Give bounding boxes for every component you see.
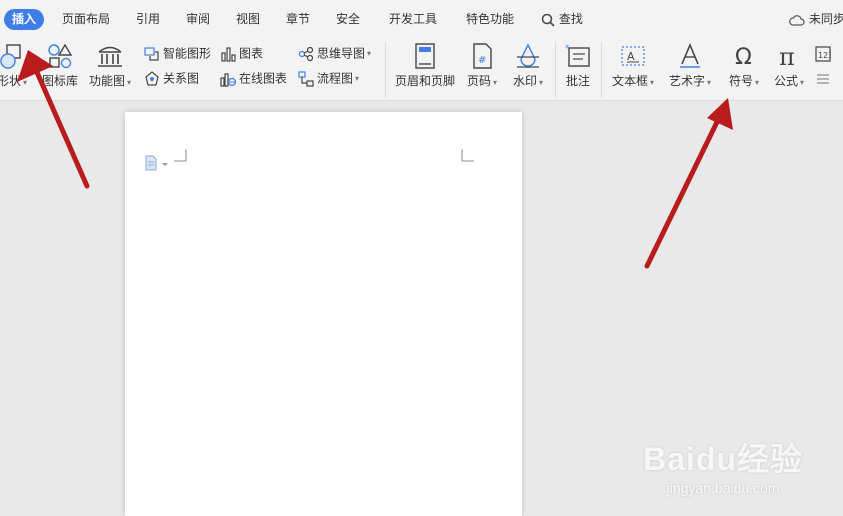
icon-library-icon — [48, 43, 73, 69]
page-number-label: 页码 — [466, 74, 491, 88]
tab-chapter[interactable]: 章节 — [286, 9, 310, 30]
mind-map-icon — [298, 46, 314, 61]
omega-icon: Ω — [735, 45, 752, 70]
baidu-watermark: Baidu经验 jingyan.baidu.com — [643, 434, 803, 496]
text-box-icon: A — [621, 46, 645, 66]
mind-map-label: 思维导图 — [317, 46, 366, 61]
mind-map-button[interactable]: 思维导图 ▾ — [298, 43, 371, 63]
document-page[interactable] — [125, 112, 522, 516]
symbol-label: 符号 — [728, 74, 753, 88]
text-box-button[interactable]: A 文本框 ▾ — [608, 42, 658, 90]
relation-chart-label: 关系图 — [163, 71, 200, 86]
online-chart-label: 在线图表 — [239, 71, 288, 86]
paste-options-icon[interactable] — [145, 154, 173, 172]
number-icon: 123 — [815, 45, 833, 62]
svg-text:Ω: Ω — [735, 45, 752, 70]
svg-text:A: A — [627, 50, 635, 63]
tab-security[interactable]: 安全 — [336, 9, 360, 30]
comment-button[interactable]: * 批注 — [562, 42, 594, 88]
page-number-icon: # — [473, 43, 492, 69]
tab-references[interactable]: 引用 — [136, 9, 160, 30]
header-footer-icon — [415, 43, 435, 69]
top-right-margin-marker — [461, 149, 474, 162]
cloud-icon — [789, 14, 805, 26]
watermark-button[interactable]: 水印 ▾ — [508, 42, 548, 90]
svg-text:*: * — [565, 44, 570, 54]
svg-text:123: 123 — [818, 51, 831, 60]
comment-icon: * — [565, 44, 590, 67]
sync-label: 未同步 — [808, 12, 843, 26]
watermark-url: jingyan.baidu.com — [666, 480, 780, 496]
word-art-icon — [680, 42, 700, 68]
ribbon-separator — [385, 42, 386, 98]
relation-chart-icon — [145, 70, 159, 86]
pi-icon: π — [779, 43, 795, 70]
more-options-button[interactable] — [815, 68, 834, 88]
watermark-logo: Baidu经验 — [643, 441, 803, 477]
top-left-margin-marker — [174, 149, 187, 162]
svg-text:π: π — [779, 43, 795, 70]
flow-chart-button[interactable]: 流程图 ▾ — [298, 68, 359, 88]
smart-art-button[interactable]: 智能图形 — [144, 43, 211, 63]
smart-art-icon — [144, 46, 159, 61]
text-box-label: 文本框 — [611, 74, 648, 88]
word-art-button[interactable]: 艺术字 ▾ — [664, 42, 716, 90]
formula-label: 公式 — [773, 74, 798, 88]
tab-page-layout[interactable]: 页面布局 — [62, 9, 110, 30]
flow-chart-label: 流程图 — [317, 71, 354, 86]
function-chart-button[interactable]: 功能图 ▾ — [86, 42, 134, 90]
tab-review[interactable]: 审阅 — [186, 9, 210, 30]
watermark-label: 水印 — [512, 74, 537, 88]
function-chart-label: 功能图 — [88, 74, 125, 88]
tab-developer-tools[interactable]: 开发工具 — [389, 9, 437, 30]
online-chart-button[interactable]: 在线图表 — [220, 68, 287, 88]
word-art-label: 艺术字 — [668, 74, 705, 88]
shape-button[interactable]: 形状 ▾ — [0, 42, 30, 90]
tab-insert[interactable]: 插入 — [4, 9, 45, 30]
icon-library-button[interactable]: 图标库 — [38, 42, 82, 88]
shape-icon — [0, 44, 21, 69]
relation-chart-button[interactable]: 关系图 — [144, 68, 199, 88]
bar-chart-icon — [221, 46, 236, 62]
ribbon-separator — [555, 42, 556, 98]
insert-number-button[interactable]: 123 — [815, 43, 834, 63]
svg-text:#: # — [478, 55, 486, 66]
header-footer-label: 页眉和页脚 — [394, 74, 455, 88]
list-icon — [817, 73, 829, 84]
insert-ribbon: 形状 ▾ 图标库 功能图 ▾ 智能图形 关系图 图表 在线图表 思维导图 ▾ 流程图 ▾… — [0, 38, 843, 101]
menu-tab-bar: 插入 页面布局 引用 审阅 视图 章节 安全 开发工具 特色功能 查找 未同步 — [0, 0, 843, 38]
watermark-icon — [517, 43, 539, 68]
arrow-to-symbol-button — [644, 98, 733, 269]
shape-label: 形状 — [0, 74, 21, 88]
header-footer-button[interactable]: 页眉和页脚 — [392, 42, 458, 88]
symbol-button[interactable]: Ω 符号 ▾ — [724, 42, 764, 90]
chart-label: 图表 — [239, 46, 264, 61]
icon-library-label: 图标库 — [41, 74, 78, 88]
search-label: 查找 — [558, 12, 583, 26]
search-button[interactable]: 查找 — [541, 9, 583, 30]
sync-status[interactable]: 未同步 — [789, 9, 843, 30]
smart-art-label: 智能图形 — [163, 46, 212, 61]
tab-view[interactable]: 视图 — [236, 9, 260, 30]
search-icon — [541, 13, 555, 27]
chart-button[interactable]: 图表 — [220, 43, 263, 63]
online-chart-icon — [220, 72, 237, 87]
tab-special-features[interactable]: 特色功能 — [466, 9, 514, 30]
ribbon-separator — [601, 42, 602, 98]
formula-button[interactable]: π 公式 ▾ — [769, 42, 809, 90]
comment-label: 批注 — [565, 74, 590, 88]
function-chart-icon — [98, 46, 122, 67]
flow-chart-icon — [298, 70, 314, 87]
page-number-button[interactable]: # 页码 ▾ — [463, 42, 501, 90]
